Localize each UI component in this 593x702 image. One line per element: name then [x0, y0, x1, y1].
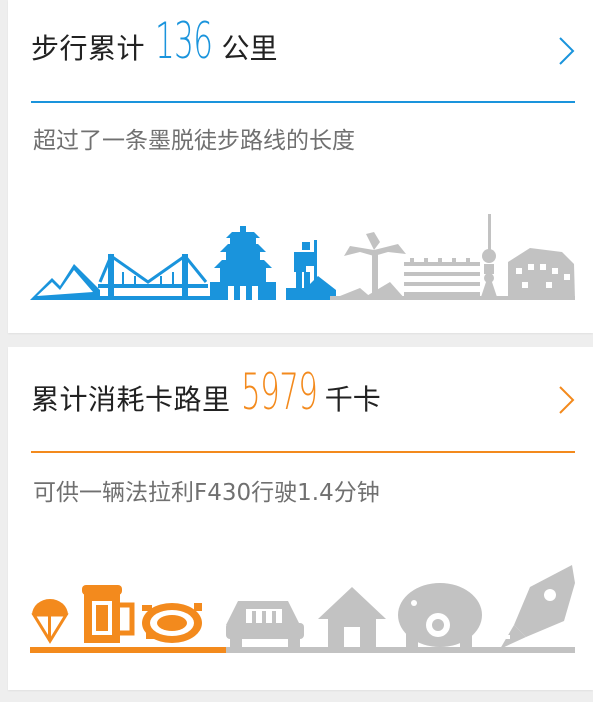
temple-icon	[210, 226, 276, 300]
card-header[interactable]: 累计消耗卡路里 5979 千卡	[31, 347, 575, 447]
calories-value: 5979	[240, 363, 318, 421]
calories-label: 累计消耗卡路里	[31, 383, 231, 416]
waves-icon	[404, 258, 480, 296]
beer-mug-icon	[82, 585, 135, 643]
elephant-icon	[398, 583, 482, 649]
roast-chicken-icon	[142, 603, 202, 643]
divider	[31, 451, 575, 453]
distance-comparison-text: 超过了一条墨脱徒步路线的长度	[33, 128, 355, 154]
distance-label: 步行累计	[31, 32, 146, 65]
card-title: 累计消耗卡路里 5979 千卡	[31, 363, 381, 421]
walking-distance-card[interactable]: 步行累计 136 公里 超过了一条墨脱徒步路线的长度	[8, 0, 593, 333]
palm-tree-icon	[344, 232, 406, 300]
hiker-icon	[286, 240, 336, 300]
bridge-icon	[98, 253, 210, 300]
ice-cream-icon	[31, 599, 69, 644]
calories-comparison-text: 可供一辆法拉利F430行驶1.4分钟	[33, 480, 380, 506]
calorie-progress-scene	[30, 565, 575, 653]
car-icon	[226, 601, 304, 647]
distance-unit: 公里	[221, 32, 278, 65]
mountain-icon	[30, 264, 100, 300]
card-title: 步行累计 136 公里	[31, 12, 277, 70]
palace-icon	[508, 248, 575, 300]
calories-card[interactable]: 累计消耗卡路里 5979 千卡 可供一辆法拉利F430行驶1.4分钟	[8, 347, 593, 690]
calories-unit: 千卡	[324, 383, 381, 416]
chevron-right-icon[interactable]	[557, 385, 575, 415]
distance-value: 136	[155, 12, 213, 70]
rocket-icon	[500, 565, 575, 649]
chevron-right-icon[interactable]	[557, 36, 575, 66]
house-icon	[318, 587, 386, 647]
divider	[31, 101, 575, 103]
tv-tower-icon	[480, 214, 498, 300]
landmark-progress-scene	[30, 214, 575, 300]
card-header[interactable]: 步行累计 136 公里	[31, 0, 575, 100]
